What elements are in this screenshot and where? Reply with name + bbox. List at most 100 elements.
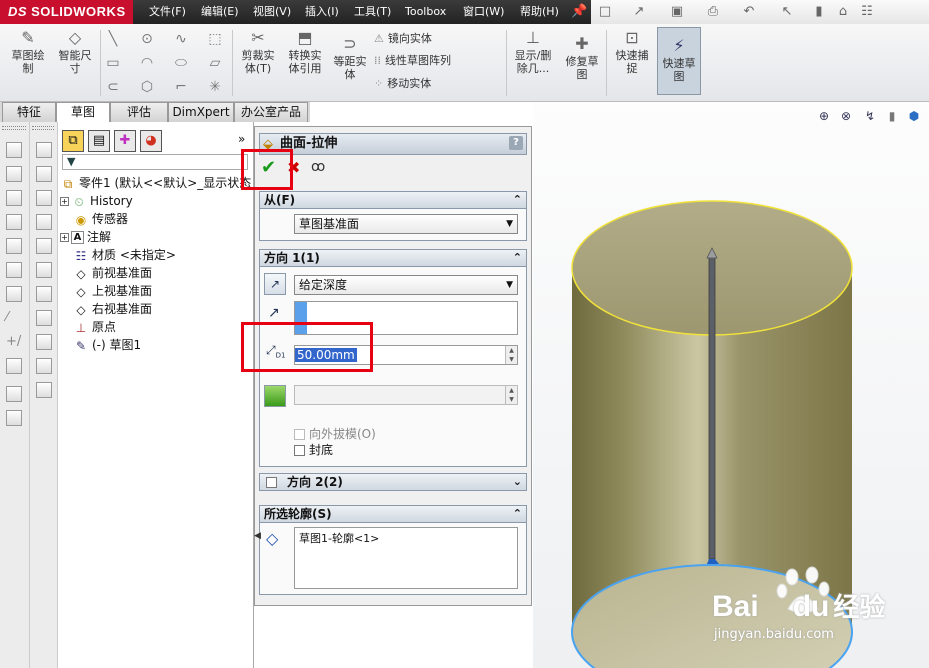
circle-icon[interactable]: ⊙ [138,30,156,48]
point-icon[interactable]: ✳ [206,78,224,96]
menu-file[interactable]: 文件(F) [149,0,186,24]
solidworks-logo[interactable]: DS SOLIDWORKS [0,0,133,24]
spline-icon[interactable]: ∿ [172,30,190,48]
grid-icon[interactable] [36,382,52,398]
sketch-button[interactable]: ✎ 草图绘 制 [6,28,50,75]
draft-angle-spinbox[interactable]: ▲ ▼ [294,385,518,405]
cap-end-checkbox[interactable]: 封底 [294,441,333,458]
print-icon[interactable]: ⎙ [705,4,721,20]
direction2-checkbox[interactable] [266,477,277,488]
rectangle-icon[interactable]: ▭ [104,54,122,72]
rib-icon[interactable] [36,286,52,302]
draft-icon[interactable] [36,310,52,326]
plane-icon[interactable]: ▱ [206,54,224,72]
copy-icon[interactable] [6,386,22,402]
expand-icon[interactable]: + [60,233,69,242]
revolve-icon[interactable] [6,166,22,182]
trim-entities-button[interactable]: ✂ 剪裁实 体(T) [236,28,280,75]
config-manager-tab-icon[interactable]: ✚ [114,130,136,152]
feature-manager-tab-icon[interactable]: ⧉ [62,130,84,152]
options-icon[interactable]: ☷ [859,4,875,20]
collapse-panel-arrow-icon[interactable]: ◀ [254,531,261,541]
select-icon[interactable]: ↖ [779,4,795,20]
menu-help[interactable]: 帮助(H) [520,0,559,24]
display-delete-relations-button[interactable]: ⊥ 显示/删 除几... [510,28,556,75]
start-condition-select[interactable]: 草图基准面 ▼ [294,214,518,234]
fillet-feature-icon[interactable] [6,286,22,302]
menu-insert[interactable]: 插入(I) [305,0,339,24]
menu-window[interactable]: 窗口(W) [463,0,504,24]
paste-icon[interactable] [6,410,22,426]
tree-filter-field[interactable]: ▼ [62,154,248,170]
smart-dimension-button[interactable]: ◇ 智能尺 寸 [53,28,97,75]
slot-icon[interactable]: ⊂ [104,78,122,96]
property-manager-tab-icon[interactable]: ▤ [88,130,110,152]
quick-snaps-button[interactable]: ⊡ 快速捕 捉 [610,28,654,75]
draft-outward-checkbox[interactable]: 向外拔模(O) [294,425,376,442]
grip-handle[interactable] [32,126,54,130]
tree-root-part[interactable]: ⧉ 零件1 (默认<<默认>_显示状态 [60,174,252,192]
rapid-sketch-button[interactable]: ⚡ 快速草 图 [657,27,701,95]
tree-item-history[interactable]: + ⏲ History [60,192,133,210]
sketch-line-icon[interactable]: ⁄ [6,310,22,326]
tab-features[interactable]: 特征 [2,102,56,122]
extrude-direction-handle[interactable] [708,253,716,560]
fillet-icon[interactable]: ⌐ [172,78,190,96]
sketch-fillet-dropdown-icon[interactable]: ⬚ [206,30,224,48]
expand-chevron-icon[interactable]: » [238,132,245,146]
loft-icon[interactable] [6,214,22,230]
dome-icon[interactable] [36,334,52,350]
move-entities-button[interactable]: ⁘ 移动实体 [374,77,431,91]
repair-sketch-button[interactable]: ✚ 修复草 图 [560,34,604,81]
ellipse-icon[interactable]: ⬭ [172,54,190,72]
cut-revolve-icon[interactable] [36,190,52,206]
menu-tools[interactable]: 工具(T) [354,0,391,24]
section-from-header[interactable]: 从(F) ⌃ [259,191,527,209]
menu-toolbox[interactable]: Toolbox [405,0,446,24]
menu-edit[interactable]: 编辑(E) [201,0,239,24]
cut-extrude-icon[interactable] [36,166,52,182]
pin-icon[interactable]: 📌 [571,4,587,20]
dimension-icon[interactable]: +/ [6,334,22,350]
help-button[interactable]: ? [509,136,523,150]
spin-arrows-icon[interactable]: ▲ ▼ [505,346,517,364]
section-direction2-header[interactable]: 方向 2(2) ⌄ [259,473,527,491]
tab-sketch[interactable]: 草图 [56,102,110,122]
section-contours-header[interactable]: 所选轮廓(S) ⌃ [259,505,527,523]
spin-arrows-icon[interactable]: ▲ ▼ [505,386,517,404]
relation-icon[interactable] [6,358,22,374]
collapse-chevron-icon[interactable]: ⌃ [513,250,522,266]
tree-item-front-plane[interactable]: ◇ 前视基准面 [73,264,152,282]
rebuild-icon[interactable]: ▮ [811,4,827,20]
contour-item[interactable]: 草图1-轮廓<1> [299,532,379,545]
table-icon[interactable] [36,142,52,158]
collapse-chevron-icon[interactable]: ⌃ [513,192,522,208]
expand-chevron-icon[interactable]: ⌄ [513,474,522,490]
tree-item-material[interactable]: ☷ 材质 <未指定> [73,246,176,264]
tab-dimxpert[interactable]: DimXpert [168,102,234,122]
undo-icon[interactable]: ↶ [741,4,757,20]
tree-item-top-plane[interactable]: ◇ 上视基准面 [73,282,152,300]
extrude-icon[interactable] [6,142,22,158]
hole-icon[interactable] [36,262,52,278]
tree-item-right-plane[interactable]: ◇ 右视基准面 [73,300,152,318]
file-properties-icon[interactable]: ⌂ [835,4,851,20]
display-manager-tab-icon[interactable]: ◕ [140,130,162,152]
cut-loft-icon[interactable] [36,238,52,254]
tab-evaluate[interactable]: 评估 [110,102,168,122]
boundary-icon[interactable] [6,238,22,254]
mirror-entities-button[interactable]: ⚠ 镜向实体 [374,32,432,46]
arc-icon[interactable]: ◠ [138,54,156,72]
tree-item-sensors[interactable]: ◉ 传感器 [73,210,128,228]
menu-view[interactable]: 视图(V) [253,0,291,24]
cut-sweep-icon[interactable] [36,214,52,230]
sweep-icon[interactable] [6,190,22,206]
expand-icon[interactable]: + [60,197,69,206]
new-document-icon[interactable]: □ [597,4,613,20]
shell-icon[interactable] [6,262,22,278]
linear-pattern-button[interactable]: ⁞⁞ 线性草图阵列 [374,54,451,68]
tree-item-sketch1[interactable]: ✎ (-) 草图1 [73,336,141,354]
save-icon[interactable]: ▣ [669,4,685,20]
tree-item-origin[interactable]: ⊥ 原点 [73,318,116,336]
tree-item-annotations[interactable]: + A 注解 [60,228,111,246]
